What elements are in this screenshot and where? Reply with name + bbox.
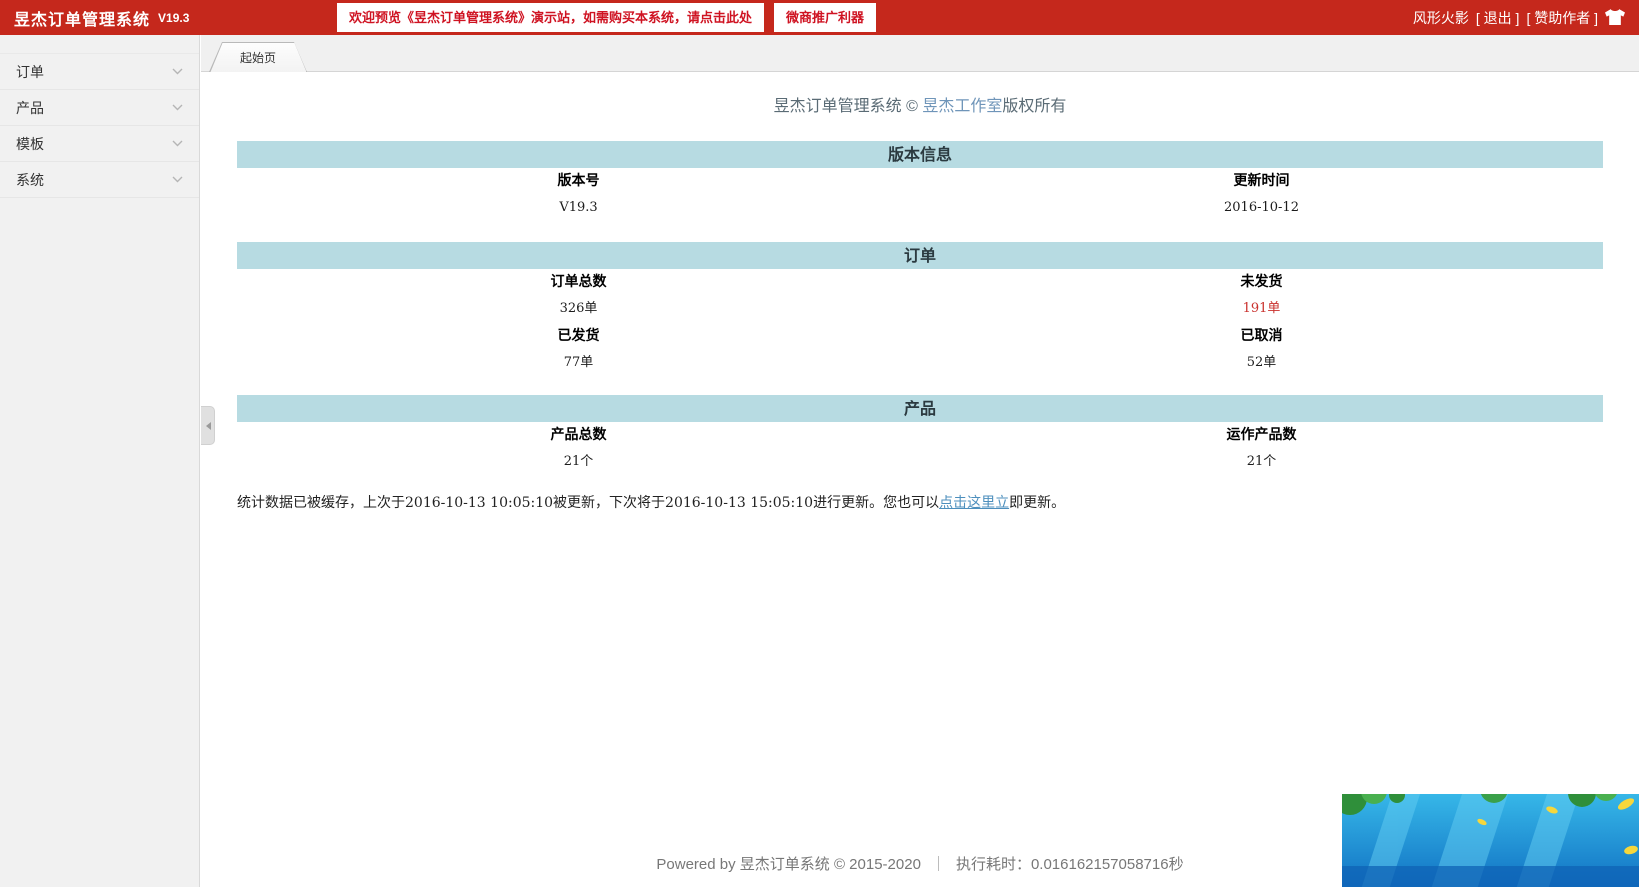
app-version: V19.3 — [158, 11, 189, 25]
cache-note-text: 统计数据已被缓存，上次于2016-10-13 10:05:10被更新，下次将于2… — [237, 495, 939, 511]
cache-note-text: 即更新。 — [1009, 495, 1065, 511]
chevron-down-icon — [172, 176, 183, 183]
app-title: 昱杰订单管理系统 — [14, 6, 150, 30]
sidebar: 订单 产品 模板 系统 — [0, 35, 200, 887]
stat-label: 已发货 — [237, 323, 920, 349]
stats-row: 版本号 V19.3 更新时间 2016-10-12 — [237, 168, 1603, 222]
demo-notice-link[interactable]: 欢迎预览《昱杰订单管理系统》演示站，如需购买本系统，请点击此处 — [337, 3, 764, 32]
content: 昱杰订单管理系统 © 昱杰工作室版权所有 版本信息 版本号 V19.3 更新时间… — [201, 72, 1639, 887]
sponsor-button[interactable]: [ 赞助作者 ] — [1526, 8, 1598, 28]
footer-separator: ｜ — [931, 856, 946, 873]
stats-row: 产品总数 21个 运作产品数 21个 — [237, 422, 1603, 476]
stat-value: 77单 — [237, 349, 920, 377]
sidebar-item-system[interactable]: 系统 — [0, 162, 199, 198]
studio-link[interactable]: 昱杰工作室 — [922, 98, 1002, 115]
stat-update-time: 更新时间 2016-10-12 — [920, 168, 1603, 222]
page-title-prefix: 昱杰订单管理系统 © — [774, 98, 923, 115]
chevron-down-icon — [172, 140, 183, 147]
sidebar-item-label: 模板 — [16, 134, 44, 154]
stat-total-orders: 订单总数 326单 — [237, 269, 920, 323]
footer-exec-time: 执行耗时：0.016162157058716秒 — [956, 856, 1184, 873]
sidebar-item-label: 订单 — [16, 62, 44, 82]
stats-row: 订单总数 326单 未发货 191单 — [237, 269, 1603, 323]
chevron-down-icon — [172, 104, 183, 111]
stat-label: 未发货 — [920, 269, 1603, 295]
header-user-area: 风形火影 [ 退出 ] [ 赞助作者 ] — [1413, 0, 1625, 35]
stat-unshipped-orders: 未发货 191单 — [920, 269, 1603, 323]
stat-version-number: 版本号 V19.3 — [237, 168, 920, 222]
stat-label: 订单总数 — [237, 269, 920, 295]
stat-label: 产品总数 — [237, 422, 920, 448]
section-header-version: 版本信息 — [237, 141, 1603, 168]
stat-value: V19.3 — [237, 194, 920, 222]
stat-operating-products: 运作产品数 21个 — [920, 422, 1603, 476]
stat-label: 已取消 — [920, 323, 1603, 349]
section-header-products: 产品 — [237, 395, 1603, 422]
username-link[interactable]: 风形火影 — [1413, 8, 1469, 28]
promo-badge-link[interactable]: 微商推广利器 — [774, 3, 876, 32]
chevron-down-icon — [172, 68, 183, 75]
tab-strip: 起始页 — [201, 35, 1639, 72]
stat-value-highlight: 191单 — [920, 295, 1603, 323]
stat-value: 2016-10-12 — [920, 194, 1603, 222]
stat-value: 326单 — [237, 295, 920, 323]
sidebar-item-templates[interactable]: 模板 — [0, 126, 199, 162]
tab-start-page[interactable]: 起始页 — [209, 42, 307, 72]
stat-value: 52单 — [920, 349, 1603, 377]
collapse-left-arrow-icon — [202, 422, 211, 430]
stat-total-products: 产品总数 21个 — [237, 422, 920, 476]
stat-cancelled-orders: 已取消 52单 — [920, 323, 1603, 377]
stat-value: 21个 — [237, 448, 920, 476]
cache-status-note: 统计数据已被缓存，上次于2016-10-13 10:05:10被更新，下次将于2… — [237, 492, 1603, 514]
tab-start-page-label: 起始页 — [210, 43, 306, 72]
stat-label: 版本号 — [237, 168, 920, 194]
sidebar-item-label: 系统 — [16, 170, 44, 190]
sidebar-item-label: 产品 — [16, 98, 44, 118]
stat-label: 运作产品数 — [920, 422, 1603, 448]
page-title: 昱杰订单管理系统 © 昱杰工作室版权所有 — [237, 92, 1603, 122]
stats-row: 已发货 77单 已取消 52单 — [237, 323, 1603, 377]
main-area: 起始页 昱杰订单管理系统 © 昱杰工作室版权所有 版本信息 版本号 V19.3 … — [201, 35, 1639, 887]
sidebar-item-orders[interactable]: 订单 — [0, 53, 199, 90]
footer-powered: Powered by 昱杰订单系统 © 2015-2020 — [656, 856, 921, 873]
logout-button[interactable]: [ 退出 ] — [1476, 8, 1520, 28]
stat-label: 更新时间 — [920, 168, 1603, 194]
page-title-suffix: 版权所有 — [1002, 98, 1066, 115]
section-header-orders: 订单 — [237, 242, 1603, 269]
stat-value: 21个 — [920, 448, 1603, 476]
sidebar-collapse-handle[interactable] — [201, 406, 215, 445]
app-header: 昱杰订单管理系统 V19.3 欢迎预览《昱杰订单管理系统》演示站，如需购买本系统… — [0, 0, 1639, 35]
header-notices: 欢迎预览《昱杰订单管理系统》演示站，如需购买本系统，请点击此处 微商推广利器 — [337, 3, 876, 32]
corner-ad-image[interactable] — [1342, 794, 1639, 887]
tshirt-icon[interactable] — [1605, 9, 1625, 26]
sidebar-item-products[interactable]: 产品 — [0, 90, 199, 126]
refresh-now-link[interactable]: 点击这里立 — [939, 495, 1009, 511]
stat-shipped-orders: 已发货 77单 — [237, 323, 920, 377]
